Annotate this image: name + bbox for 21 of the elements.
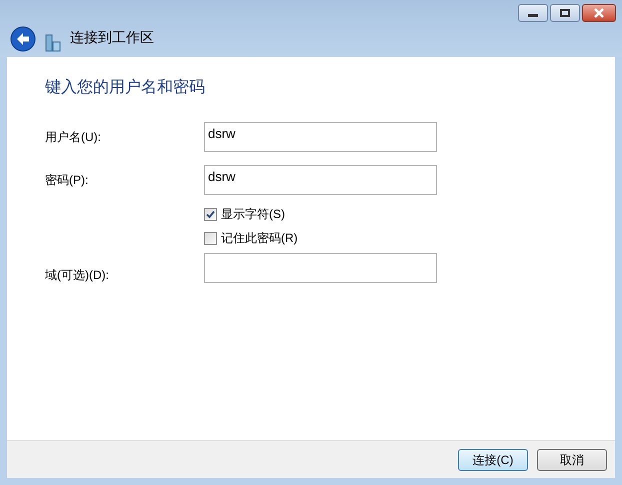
back-icon[interactable] [10, 26, 36, 52]
checkbox[interactable] [204, 232, 217, 244]
check-icon [206, 210, 215, 218]
close-icon [593, 8, 605, 18]
checkbox[interactable] [204, 208, 217, 220]
close-button[interactable] [582, 4, 616, 22]
input-field[interactable] [204, 253, 437, 283]
maximize-button[interactable] [550, 4, 580, 22]
dialog-button[interactable]: 取消 [537, 448, 607, 470]
dialog-button[interactable]: 连接(C) [458, 448, 528, 470]
checkbox-label: 显示字符(S) [221, 206, 285, 223]
heading: 键入您的用户名和密码 [45, 78, 206, 98]
field-label: 用户名(U): [45, 129, 102, 146]
window-title: 连接到工作区 [70, 28, 154, 47]
input-field[interactable]: dsrw [204, 165, 437, 195]
input-field[interactable]: dsrw [204, 122, 437, 152]
field-label: 域(可选)(D): [45, 267, 110, 284]
building-icon [44, 34, 62, 52]
minimize-button[interactable] [518, 4, 548, 22]
checkbox-label: 记住此密码(R) [221, 230, 298, 247]
field-label: 密码(P): [45, 172, 90, 189]
